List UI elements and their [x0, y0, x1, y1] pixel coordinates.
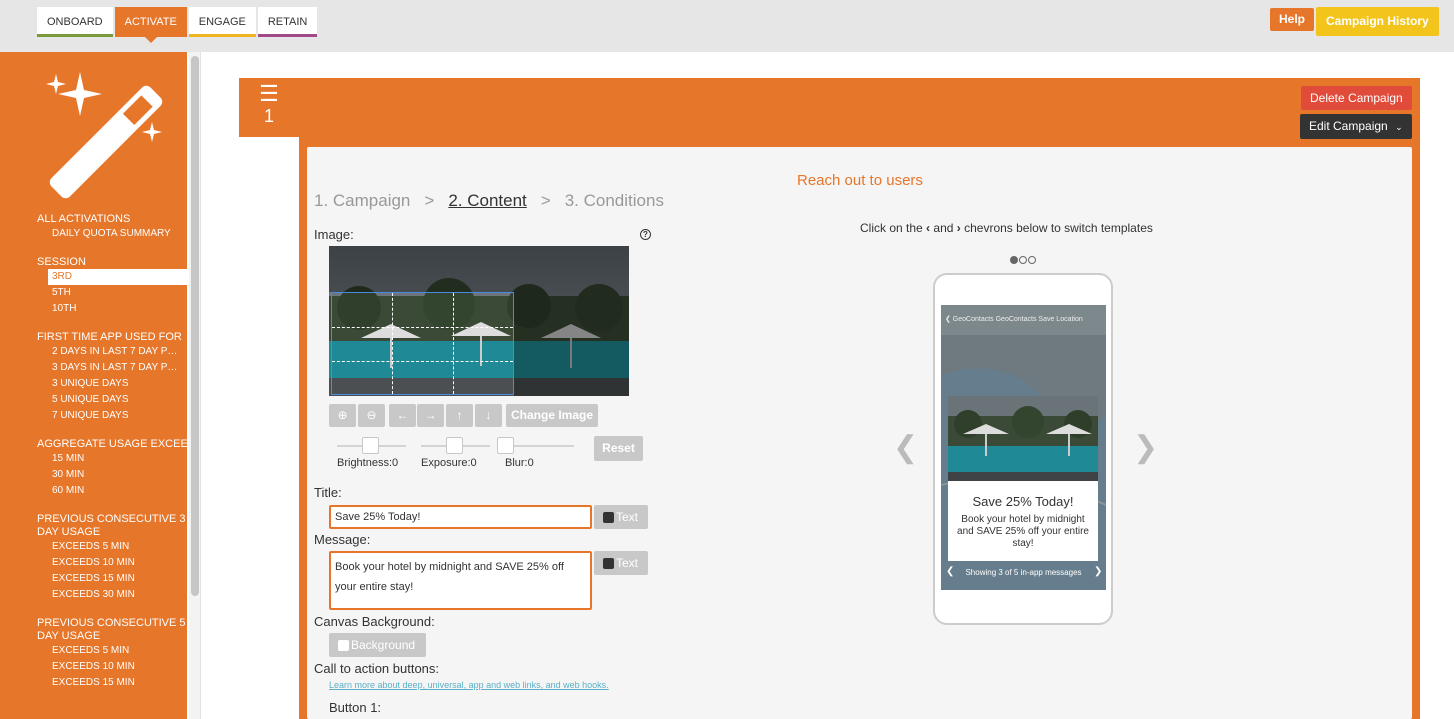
tab-activate[interactable]: ACTIVATE — [114, 7, 187, 43]
section-all-activations[interactable]: ALL ACTIVATIONS — [0, 213, 187, 226]
arrow-right-icon[interactable]: → — [417, 404, 444, 427]
message-body: Book your hotel by midnight and SAVE 25%… — [957, 514, 1089, 549]
list-item-selected[interactable]: 3RD — [48, 269, 187, 285]
chevron-right-icon[interactable]: ❯ — [1094, 566, 1102, 577]
list-item[interactable]: 3 UNIQUE DAYS — [0, 376, 187, 392]
list-item[interactable]: 60 MIN — [0, 483, 187, 499]
help-question-icon[interactable]: ? — [640, 229, 651, 240]
list-item[interactable]: 5 UNIQUE DAYS — [0, 392, 187, 408]
blur-label: Blur:0 — [505, 457, 534, 469]
button1-label: Button 1: — [329, 700, 382, 715]
list-item[interactable]: EXCEEDS 5 MIN — [0, 643, 187, 659]
zoom-out-icon[interactable]: ⊖ — [358, 404, 385, 427]
message-count: Showing 3 of 5 in-app messages — [965, 568, 1082, 577]
prev-template-chevron-icon[interactable]: ❮ — [893, 430, 918, 465]
list-item[interactable]: 3 DAYS IN LAST 7 DAY PERIOD — [0, 360, 187, 376]
blur-slider[interactable] — [497, 437, 514, 454]
delete-campaign-button[interactable]: Delete Campaign — [1301, 86, 1412, 110]
magic-wand-icon — [46, 72, 163, 199]
hamburger-menu-icon[interactable]: ☰ — [258, 83, 280, 105]
message-label: Message: — [314, 532, 371, 547]
next-template-chevron-icon[interactable]: ❯ — [1133, 430, 1158, 465]
template-hint: Click on the ‹ and › chevrons below to s… — [860, 221, 1153, 235]
list-item[interactable]: 10TH — [0, 301, 187, 317]
message-textarea[interactable]: Book your hotel by midnight and SAVE 25%… — [329, 551, 592, 610]
learn-more-link[interactable]: Learn more about deep, universal, app an… — [329, 680, 609, 690]
chevron-left-icon: ‹ — [926, 221, 931, 235]
section-session[interactable]: SESSION — [0, 256, 187, 269]
sidebar: ALL ACTIVATIONS DAILY QUOTA SUMMARY SESS… — [0, 52, 187, 719]
help-button[interactable]: Help — [1270, 8, 1315, 31]
exposure-slider[interactable] — [446, 437, 463, 454]
page-dot[interactable] — [1028, 256, 1036, 264]
chevron-right-icon: › — [956, 221, 961, 235]
brightness-slider[interactable] — [362, 437, 379, 454]
change-image-button[interactable]: Change Image — [506, 404, 598, 427]
tab-onboard[interactable]: ONBOARD — [37, 7, 113, 37]
arrow-down-icon[interactable]: ↓ — [475, 404, 502, 427]
list-item[interactable]: EXCEEDS 30 MIN — [0, 587, 187, 603]
page-title: Reach out to users — [797, 172, 923, 189]
step-content[interactable]: 2. Content — [448, 191, 526, 210]
arrow-up-icon[interactable]: ↑ — [446, 404, 473, 427]
title-text-color-button[interactable]: Text — [594, 505, 648, 529]
list-item[interactable]: 30 MIN — [0, 467, 187, 483]
list-item[interactable]: EXCEEDS 10 MIN — [0, 659, 187, 675]
blur-track[interactable] — [505, 445, 574, 447]
zoom-in-icon[interactable]: ⊕ — [329, 404, 356, 427]
message-image — [948, 396, 1098, 481]
tab-engage[interactable]: ENGAGE — [188, 7, 256, 37]
message-text-color-button[interactable]: Text — [594, 551, 648, 575]
section-aggregate-usage[interactable]: AGGREGATE USAGE EXCEEDS — [0, 438, 187, 451]
activation-list: ALL ACTIVATIONS DAILY QUOTA SUMMARY SESS… — [0, 213, 187, 691]
tab-retain[interactable]: RETAIN — [257, 7, 318, 37]
campaign-history-button[interactable]: Campaign History — [1316, 7, 1439, 36]
reset-button[interactable]: Reset — [594, 436, 643, 461]
list-item[interactable]: EXCEEDS 10 MIN — [0, 555, 187, 571]
section-consecutive-3-day[interactable]: PREVIOUS CONSECUTIVE 3 DAY USAGE — [0, 513, 187, 539]
section-consecutive-5-day[interactable]: PREVIOUS CONSECUTIVE 5 DAY USAGE — [0, 617, 187, 643]
list-item[interactable]: 5TH — [0, 285, 187, 301]
color-swatch — [603, 512, 614, 523]
breadcrumb: 1. Campaign >2. Content >3. Conditions — [314, 191, 664, 210]
in-app-message-card[interactable]: Save 25% Today! Book your hotel by midni… — [948, 396, 1098, 561]
template-pagination — [1010, 256, 1037, 264]
edit-campaign-button[interactable]: Edit Campaign ⌄ — [1300, 114, 1412, 139]
campaign-number: 1 — [263, 106, 274, 126]
step-campaign[interactable]: 1. Campaign — [314, 191, 410, 210]
title-label: Title: — [314, 485, 342, 500]
color-swatch — [338, 640, 349, 651]
list-item[interactable]: EXCEEDS 15 MIN — [0, 571, 187, 587]
sidebar-scroll-thumb[interactable] — [191, 56, 199, 596]
phone-screen: ❮ GeoContacts GeoContacts Save Location … — [941, 305, 1106, 590]
app-nav-bar: ❮ GeoContacts GeoContacts Save Location — [941, 305, 1106, 335]
title-input[interactable]: Save 25% Today! — [329, 505, 592, 529]
main-tabs: ONBOARD ACTIVATE ENGAGE RETAIN — [37, 7, 319, 43]
list-item[interactable]: DAILY QUOTA SUMMARY — [0, 226, 187, 242]
background-color-button[interactable]: Background — [329, 633, 426, 657]
cta-buttons-label: Call to action buttons: — [314, 661, 440, 676]
chevron-down-icon: ⌄ — [1395, 122, 1403, 132]
list-item[interactable]: EXCEEDS 15 MIN — [0, 675, 187, 691]
arrow-left-icon[interactable]: ← — [389, 404, 416, 427]
image-label: Image: — [314, 227, 354, 242]
color-swatch — [603, 558, 614, 569]
list-item[interactable]: 15 MIN — [0, 451, 187, 467]
list-item[interactable]: EXCEEDS 5 MIN — [0, 539, 187, 555]
page-dot[interactable] — [1010, 256, 1018, 264]
canvas-background-label: Canvas Background: — [314, 614, 435, 629]
crop-box[interactable] — [331, 292, 514, 395]
section-first-time-app-used[interactable]: FIRST TIME APP USED FOR — [0, 331, 187, 344]
crop-mask — [514, 246, 629, 396]
page-dot[interactable] — [1019, 256, 1027, 264]
list-item[interactable]: 2 DAYS IN LAST 7 DAY PERIOD — [0, 344, 187, 360]
message-title: Save 25% Today! — [972, 494, 1074, 509]
brightness-label: Brightness:0 — [337, 457, 399, 469]
exposure-label: Exposure:0 — [421, 457, 477, 469]
crop-mask — [329, 246, 514, 292]
step-conditions[interactable]: 3. Conditions — [565, 191, 664, 210]
list-item[interactable]: 7 UNIQUE DAYS — [0, 408, 187, 424]
